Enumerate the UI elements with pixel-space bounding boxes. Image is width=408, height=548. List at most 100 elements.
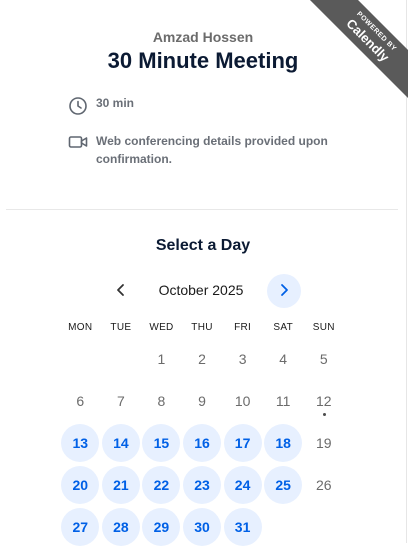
calendar-day-31[interactable]: 31 (222, 506, 263, 548)
calendar-day-1: 1 (141, 338, 182, 380)
calendar-day-7: 7 (101, 380, 142, 422)
weekday-label: FRI (234, 322, 252, 333)
day-number: 1 (157, 351, 166, 367)
day-number: 28 (113, 519, 129, 535)
calendar-day-22[interactable]: 22 (141, 464, 182, 506)
available-day-highlight: 23 (183, 466, 222, 504)
calendar-day-empty (60, 338, 101, 380)
day-number: 23 (194, 477, 210, 493)
calendar-grid: 1 2 3 4 5 6 7 8 9 10 11 12 13 14 15 16 17 18 19 20 21 22 23 24 2… (60, 338, 344, 548)
video-camera-icon (68, 132, 88, 152)
available-day-highlight: 21 (101, 466, 140, 504)
day-number: 31 (234, 519, 251, 535)
calendar-day-25[interactable]: 25 (263, 464, 304, 506)
calendar-day-29[interactable]: 29 (141, 506, 182, 548)
weekday-label: MON (68, 322, 93, 333)
calendar-week-row: 13 14 15 16 17 18 19 (60, 422, 344, 464)
day-number: 6 (76, 393, 85, 409)
day-number: 17 (234, 435, 251, 451)
available-day-highlight: 14 (101, 424, 140, 462)
day-number: 15 (153, 435, 170, 451)
select-day-heading: Select a Day (155, 237, 251, 254)
duration-text: 30 min (96, 96, 135, 110)
calendar-day-23[interactable]: 23 (182, 464, 223, 506)
calendar-day-5: 5 (303, 338, 344, 380)
day-number: 8 (157, 393, 166, 409)
available-day-highlight: 18 (264, 424, 303, 462)
duration-row: 30 min (68, 96, 134, 116)
day-number: 21 (113, 477, 129, 493)
day-number: 9 (198, 393, 206, 409)
available-day-highlight: 15 (142, 424, 181, 462)
calendar-day-19: 19 (303, 422, 344, 464)
calendar-day-empty (101, 338, 142, 380)
weekday-label: TUE (110, 322, 132, 333)
day-number: 30 (194, 519, 210, 535)
calendar-day-16[interactable]: 16 (182, 422, 223, 464)
host-name: Amzad Hossen (152, 29, 254, 45)
day-number: 16 (194, 435, 210, 451)
calendar-day-24[interactable]: 24 (222, 464, 263, 506)
calendar-day-18[interactable]: 18 (263, 422, 304, 464)
weekday-label: SUN (312, 322, 335, 333)
available-day-highlight: 28 (101, 508, 140, 546)
location-row: Web conferencing details provided upon c… (68, 132, 348, 168)
available-day-highlight: 16 (183, 424, 222, 462)
calendar-day-3: 3 (222, 338, 263, 380)
day-number: 20 (72, 477, 89, 493)
calendar-day-13[interactable]: 13 (60, 422, 101, 464)
day-number: 5 (319, 351, 328, 367)
chevron-left-icon (115, 281, 127, 302)
available-day-highlight: 13 (61, 424, 100, 462)
day-number: 19 (315, 435, 332, 451)
calendar-day-9: 9 (182, 380, 223, 422)
weekday-label: SAT (273, 322, 293, 333)
calendar-week-row: 6 7 8 9 10 11 12 (60, 380, 344, 422)
day-number: 11 (275, 393, 291, 409)
calendar-day-15[interactable]: 15 (141, 422, 182, 464)
day-number: 3 (238, 351, 247, 367)
available-day-highlight: 29 (142, 508, 181, 546)
day-number: 22 (153, 477, 170, 493)
available-day-highlight: 30 (183, 508, 222, 546)
day-number: 27 (72, 519, 89, 535)
calendar-day-14[interactable]: 14 (101, 422, 142, 464)
today-indicator-dot (322, 413, 326, 416)
booking-card: POWERED BY Calendly Amzad Hossen 30 Minu… (0, 0, 408, 546)
calendar-day-20[interactable]: 20 (60, 464, 101, 506)
calendar-day-27[interactable]: 27 (60, 506, 101, 548)
available-day-highlight: 20 (61, 466, 100, 504)
calendar-week-row: 27 28 29 30 31 (60, 506, 344, 548)
day-number: 14 (113, 435, 129, 451)
available-day-highlight: 17 (223, 424, 262, 462)
day-number: 24 (234, 477, 251, 493)
calendar-day-8: 8 (141, 380, 182, 422)
weekday-header: MON TUE WED THU FRI SAT SUN (60, 322, 344, 333)
calendar-day-12: 12 (303, 380, 344, 422)
section-divider (6, 209, 398, 210)
calendar-day-empty (263, 506, 304, 548)
calendar-day-empty (303, 506, 344, 548)
day-number: 18 (275, 435, 291, 451)
day-number: 4 (279, 351, 288, 367)
calendar-day-4: 4 (263, 338, 304, 380)
calendar-day-2: 2 (182, 338, 223, 380)
calendar-week-row: 1 2 3 4 5 (60, 338, 344, 380)
calendar-day-30[interactable]: 30 (182, 506, 223, 548)
previous-month-button[interactable] (104, 274, 138, 308)
event-title: 30 Minute Meeting (107, 48, 299, 73)
day-number: 12 (315, 393, 332, 409)
calendar-day-21[interactable]: 21 (101, 464, 142, 506)
calendar-day-17[interactable]: 17 (222, 422, 263, 464)
next-month-button[interactable] (267, 274, 301, 308)
day-number: 13 (72, 435, 89, 451)
day-number: 10 (234, 393, 251, 409)
day-number: 7 (116, 393, 125, 409)
weekday-label: WED (149, 322, 174, 333)
current-month-label: October 2025 (158, 282, 244, 298)
available-day-highlight: 22 (142, 466, 181, 504)
month-navigation: October 2025 (0, 274, 406, 308)
calendar-day-28[interactable]: 28 (101, 506, 142, 548)
weekday-label: THU (191, 322, 213, 333)
available-day-highlight: 31 (223, 508, 262, 546)
